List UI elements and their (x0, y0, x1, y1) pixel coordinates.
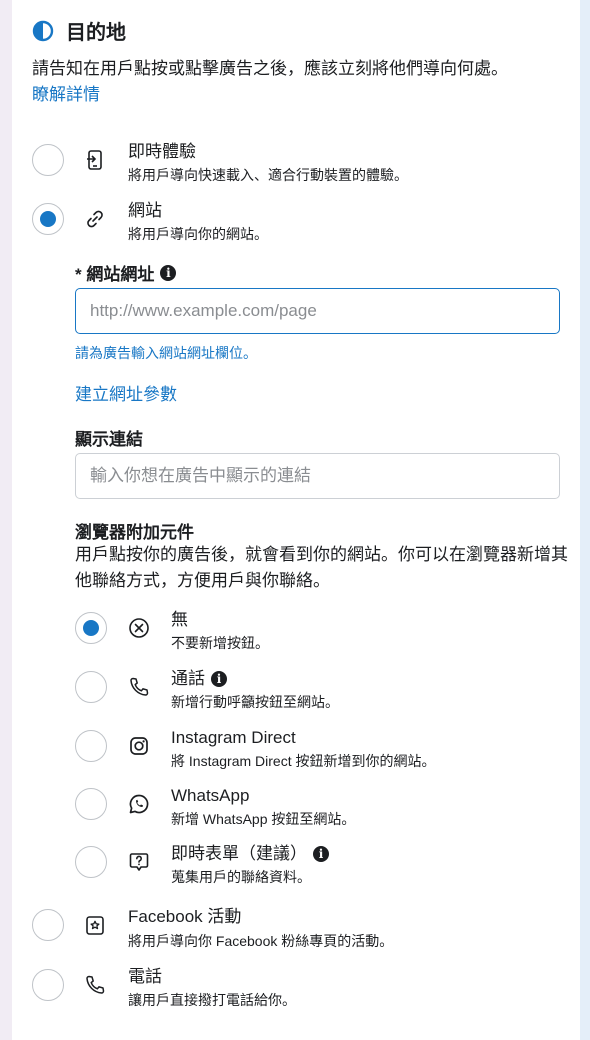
option-title-instant-experience: 即時體驗 (128, 142, 196, 161)
option-title-website: 網站 (128, 201, 162, 220)
browser-addons-description: 用戶點按你的廣告後，就會看到你的網站。你可以在瀏覽器新增其他聯絡方式，方便用戶與… (75, 545, 568, 590)
section-description: 請告知在用戶點按或點擊廣告之後，應該立刻將他們導向何處。 (32, 59, 508, 78)
option-subtitle-website: 將用戶導向你的網站。 (128, 226, 268, 242)
phone-icon (127, 675, 151, 699)
learn-more-link[interactable]: 瞭解詳情 (32, 82, 100, 108)
option-title-phone: 電話 (128, 967, 162, 986)
website-url-label-text: * 網站網址 (75, 265, 155, 284)
option-subtitle-facebook-event: 將用戶導向你 Facebook 粉絲專頁的活動。 (128, 933, 394, 949)
radio-instant-experience[interactable] (32, 144, 64, 176)
addon-title-call-text: 通話 (171, 669, 205, 688)
addon-title-none: 無 (171, 610, 188, 629)
section-title: 目的地 (66, 22, 126, 44)
whatsapp-icon (127, 792, 151, 816)
option-subtitle-instant-experience: 將用戶導向快速載入、適合行動裝置的體驗。 (128, 167, 408, 183)
radio-addon-instagram[interactable] (75, 730, 107, 762)
addon-title-instagram: Instagram Direct (171, 728, 296, 747)
none-icon (127, 616, 151, 640)
info-icon[interactable]: i (160, 264, 177, 281)
addon-subtitle-instagram: 將 Instagram Direct 按鈕新增到你的網站。 (171, 753, 436, 769)
addon-subtitle-none: 不要新增按鈕。 (171, 635, 269, 651)
radio-addon-whatsapp[interactable] (75, 788, 107, 820)
addon-subtitle-call: 新增行動呼籲按鈕至網站。 (171, 694, 339, 710)
section-header: 目的地 (32, 16, 126, 45)
destination-card: 目的地 請告知在用戶點按或點擊廣告之後，應該立刻將他們導向何處。 瞭解詳情 即時… (12, 0, 580, 1040)
addon-title-instant-form-text: 即時表單（建議） (171, 844, 307, 863)
website-url-error: 請為廣告輸入網站網址欄位。 (75, 345, 257, 361)
radio-website[interactable] (32, 203, 64, 235)
addon-title-instant-form: 即時表單（建議） i (171, 844, 329, 864)
phone-icon (83, 973, 107, 997)
build-url-parameters-link[interactable]: 建立網址參數 (75, 380, 177, 405)
form-icon (127, 850, 151, 874)
display-link-input[interactable] (75, 453, 560, 499)
radio-phone[interactable] (32, 969, 64, 1001)
addon-title-call: 通話 i (171, 669, 227, 689)
radio-addon-instant-form[interactable] (75, 846, 107, 878)
instant-experience-icon (83, 148, 107, 172)
browser-addons-title: 瀏覽器附加元件 (75, 523, 194, 542)
info-icon[interactable]: i (313, 846, 329, 862)
addon-title-whatsapp: WhatsApp (171, 786, 250, 805)
link-icon (83, 207, 107, 231)
radio-addon-none[interactable] (75, 612, 107, 644)
option-subtitle-phone: 讓用戶直接撥打電話給你。 (128, 992, 296, 1008)
website-url-input[interactable] (75, 288, 560, 334)
half-circle-icon (32, 20, 54, 42)
radio-addon-call[interactable] (75, 671, 107, 703)
option-title-facebook-event: Facebook 活動 (128, 907, 242, 926)
radio-facebook-event[interactable] (32, 909, 64, 941)
info-icon[interactable]: i (211, 671, 227, 687)
event-icon (83, 913, 107, 937)
instagram-icon (127, 734, 151, 758)
addon-subtitle-whatsapp: 新增 WhatsApp 按鈕至網站。 (171, 811, 356, 827)
website-url-label: * 網站網址 i (75, 260, 177, 285)
display-link-label: 顯示連結 (75, 430, 143, 449)
addon-subtitle-instant-form: 蒐集用戶的聯絡資料。 (171, 869, 311, 885)
